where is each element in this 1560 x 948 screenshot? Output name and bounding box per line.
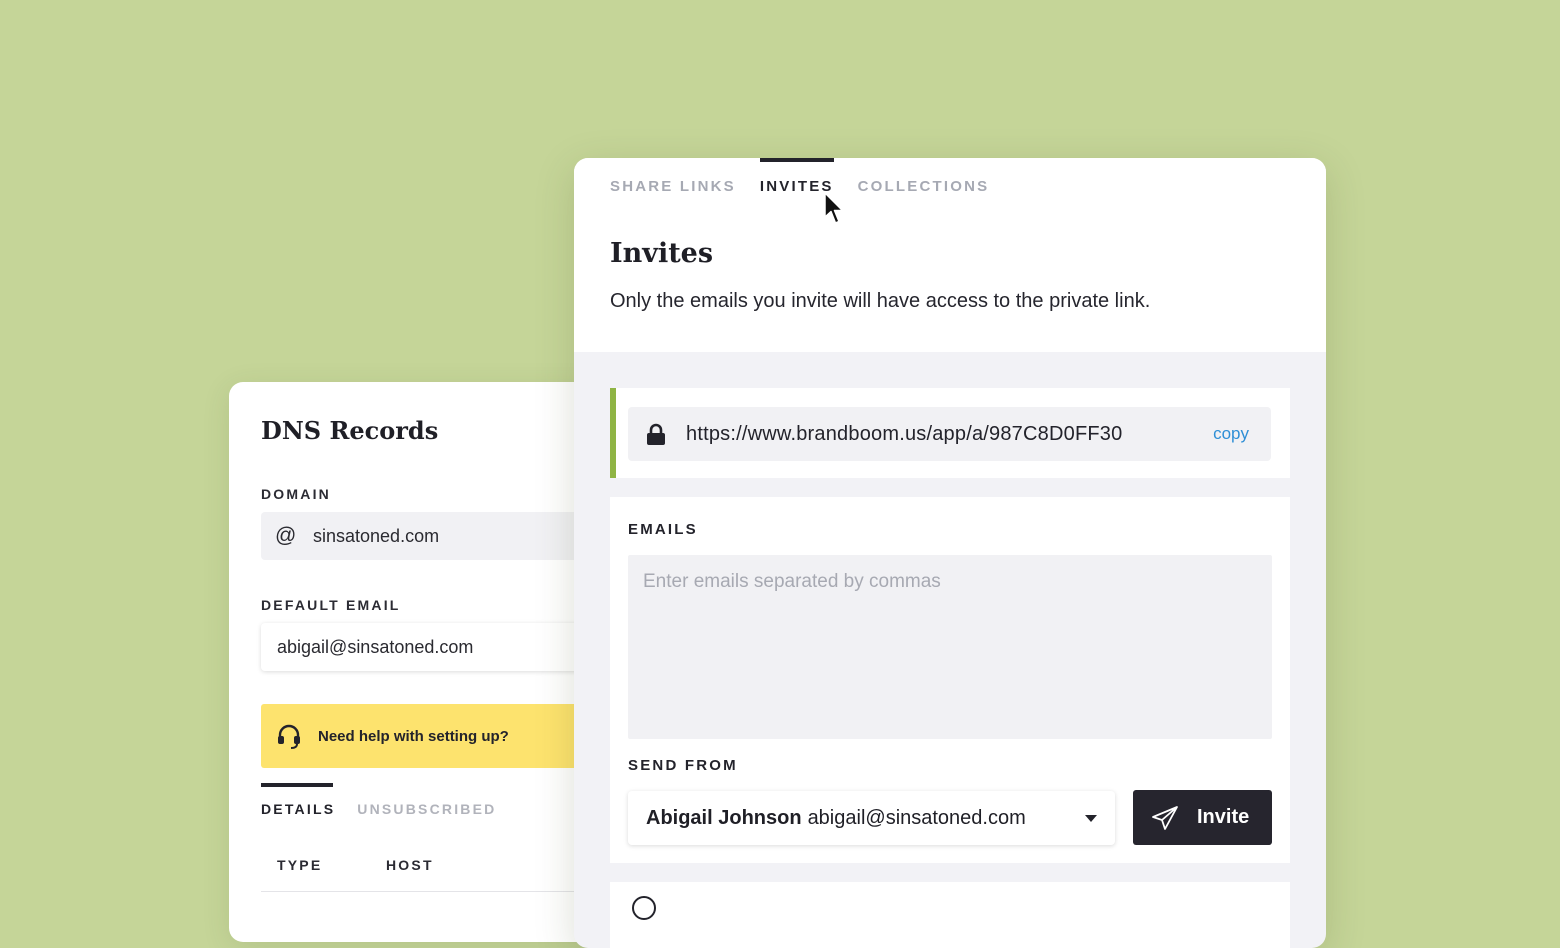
invites-header: SHARE LINKS INVITES COLLECTIONS Invites … bbox=[574, 158, 1326, 352]
send-from-select[interactable]: Abigail Johnson abigail@sinsatoned.com bbox=[628, 791, 1115, 845]
private-link-panel: https://www.brandboom.us/app/a/987C8D0FF… bbox=[610, 388, 1290, 478]
dns-table-header: TYPE HOST bbox=[261, 857, 621, 892]
caret-down-icon bbox=[1085, 814, 1097, 822]
sender-name: Abigail Johnson bbox=[646, 806, 802, 829]
invites-description: Only the emails you invite will have acc… bbox=[610, 290, 1151, 312]
at-icon: @ bbox=[275, 524, 297, 547]
help-banner[interactable]: Need help with setting up? bbox=[261, 704, 601, 768]
lock-icon bbox=[647, 423, 665, 445]
headset-icon bbox=[278, 724, 300, 749]
paper-plane-icon bbox=[1152, 805, 1178, 830]
column-type: TYPE bbox=[277, 857, 323, 873]
emails-input[interactable] bbox=[628, 555, 1272, 739]
domain-value: sinsatoned.com bbox=[313, 525, 440, 546]
dns-records-title: DNS Records bbox=[261, 416, 439, 445]
default-email-label: DEFAULT EMAIL bbox=[261, 597, 401, 613]
mouse-cursor-icon bbox=[824, 192, 844, 224]
tab-collections[interactable]: COLLECTIONS bbox=[858, 158, 990, 195]
default-email-value: abigail@sinsatoned.com bbox=[277, 636, 474, 657]
private-link-url: https://www.brandboom.us/app/a/987C8D0FF… bbox=[686, 422, 1123, 445]
domain-label: DOMAIN bbox=[261, 486, 331, 502]
copy-link-button[interactable]: copy bbox=[1207, 423, 1255, 445]
send-from-label: SEND FROM bbox=[628, 757, 738, 774]
tab-invites[interactable]: INVITES bbox=[759, 158, 834, 195]
invites-title: Invites bbox=[610, 238, 714, 269]
invite-button[interactable]: Invite bbox=[1133, 790, 1272, 845]
tab-unsubscribed[interactable]: UNSUBSCRIBED bbox=[357, 783, 496, 817]
default-email-field[interactable]: abigail@sinsatoned.com bbox=[261, 623, 601, 671]
help-text: Need help with setting up? bbox=[318, 727, 509, 745]
sender-email: abigail@sinsatoned.com bbox=[807, 806, 1026, 829]
emails-label: EMAILS bbox=[628, 521, 698, 538]
tab-share-links[interactable]: SHARE LINKS bbox=[610, 158, 736, 195]
column-host: HOST bbox=[386, 857, 434, 873]
tab-details[interactable]: DETAILS bbox=[261, 783, 335, 817]
invite-button-label: Invite bbox=[1197, 806, 1250, 828]
invites-card: SHARE LINKS INVITES COLLECTIONS Invites … bbox=[574, 158, 1326, 948]
dns-tabs: DETAILS UNSUBSCRIBED bbox=[261, 783, 518, 817]
invites-tabs: SHARE LINKS INVITES COLLECTIONS bbox=[610, 158, 1013, 195]
next-panel bbox=[610, 882, 1290, 948]
domain-field[interactable]: @ sinsatoned.com bbox=[261, 512, 601, 560]
email-invite-panel: EMAILS SEND FROM Abigail Johnson abigail… bbox=[610, 497, 1290, 863]
private-link-field[interactable]: https://www.brandboom.us/app/a/987C8D0FF… bbox=[628, 407, 1271, 461]
